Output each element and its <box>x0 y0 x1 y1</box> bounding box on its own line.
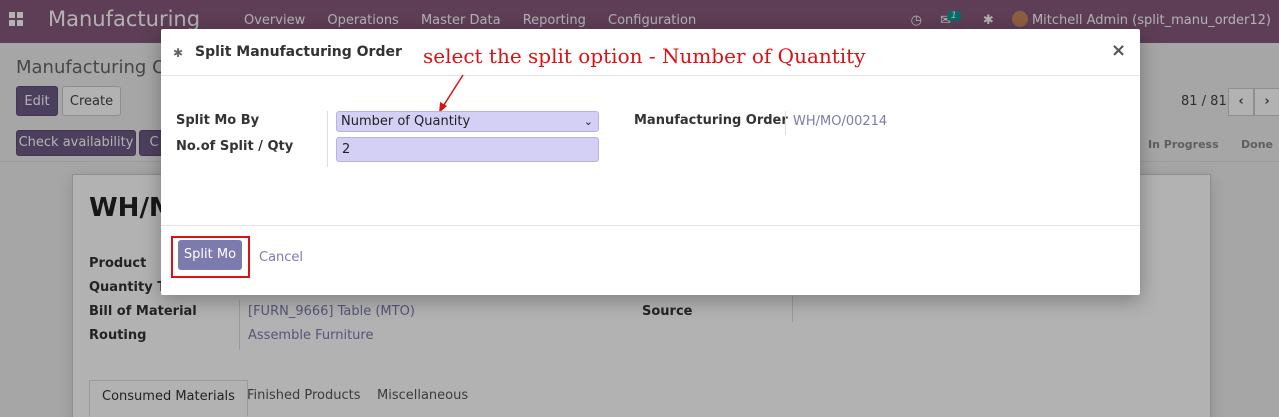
split-qty-input[interactable]: 2 <box>336 137 599 162</box>
mo-label: Manufacturing Order <box>634 113 788 128</box>
split-mo-button[interactable]: Split Mo <box>178 240 242 270</box>
split-by-label: Split Mo By <box>176 113 260 128</box>
split-by-value: Number of Quantity <box>341 114 471 129</box>
split-by-select[interactable]: Number of Quantity ⌄ <box>336 111 599 132</box>
split-qty-label: No.of Split / Qty <box>176 139 294 154</box>
field-divider <box>327 111 328 167</box>
split-mo-dialog: ✱ Split Manufacturing Order × select the… <box>161 29 1140 295</box>
modal-footer <box>161 225 1140 295</box>
chevron-down-icon: ⌄ <box>583 115 593 128</box>
cancel-button[interactable]: Cancel <box>259 250 303 265</box>
mo-link[interactable]: WH/MO/00214 <box>793 114 887 129</box>
field-divider <box>785 111 786 135</box>
